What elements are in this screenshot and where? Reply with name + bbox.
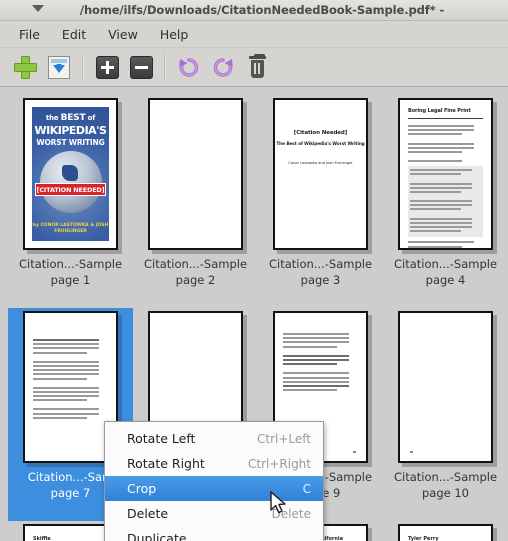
rotate-left-button[interactable] [172, 50, 206, 84]
context-menu-item-rotate-left[interactable]: Rotate Left Ctrl+Left [105, 426, 323, 451]
partial-page-title: Tyler Perry [408, 536, 439, 541]
toolbar-separator-2 [164, 54, 166, 80]
page-caption-line2: page 2 [175, 272, 216, 287]
page-thumbnail[interactable]: Tyler Perry [398, 524, 493, 541]
menu-view[interactable]: View [97, 25, 149, 44]
page3-authors: Conor Lastowka and Josh Fruhlinger [288, 160, 353, 165]
menu-item-shortcut: Delete [271, 506, 311, 521]
menu-item-shortcut: Ctrl+Left [257, 431, 311, 446]
triangle-down-icon[interactable] [32, 5, 44, 12]
context-menu-item-rotate-right[interactable]: Rotate Right Ctrl+Right [105, 451, 323, 476]
menu-item-label: Crop [127, 481, 157, 496]
context-menu-item-delete[interactable]: Delete Delete [105, 501, 323, 526]
page-caption-line1: Citation...-Sample [393, 470, 498, 484]
page-caption-line2: page 10 [421, 485, 469, 500]
menu-item-label: Delete [127, 506, 169, 521]
title-page-content: [Citation Needed] The Best of Wikipedia'… [275, 130, 366, 165]
menu-help[interactable]: Help [149, 25, 200, 44]
trash-icon [248, 54, 266, 78]
page3-title: [Citation Needed] [293, 130, 348, 136]
page-thumbnail[interactable]: the BEST of WIKIPEDIA'S WORST WRITING [C… [23, 98, 118, 250]
page-thumbnail[interactable] [398, 311, 493, 463]
page-caption: Citation...-Sample page 2 [137, 257, 255, 288]
page-cell[interactable]: the BEST of WIKIPEDIA'S WORST WRITING [C… [8, 95, 133, 308]
rotate-right-button[interactable] [206, 50, 240, 84]
legal-page-content: Boring Legal Fine Print [408, 108, 483, 248]
application-window: /home/ilfs/Downloads/CitationNeededBook-… [0, 0, 508, 541]
page-thumbnail-area[interactable]: the BEST of WIKIPEDIA'S WORST WRITING [C… [0, 87, 508, 541]
page-caption-line2: page 3 [300, 272, 341, 287]
page-caption: Citation...-Sample page 1 [12, 257, 130, 288]
cover-line1-big: BEST [60, 113, 86, 123]
menu-item-label: Duplicate [127, 531, 187, 541]
plus-icon [13, 55, 37, 79]
menu-item-label: Rotate Left [127, 431, 196, 446]
page-cell[interactable]: Citation...-Sample page 2 [133, 95, 258, 308]
page-caption-line1: Citation...-Sample [18, 257, 123, 271]
page-cell[interactable]: Boring Legal Fine Print Citation...-Samp… [383, 95, 508, 308]
page-caption: Citation...-Sample page 3 [262, 257, 380, 288]
context-menu-item-crop[interactable]: Crop C [105, 476, 323, 501]
page-caption: Citation...-Sample page 4 [387, 257, 505, 288]
window-title: /home/ilfs/Downloads/CitationNeededBook-… [79, 3, 445, 17]
page-thumbnail[interactable]: [Citation Needed] The Best of Wikipedia'… [273, 98, 368, 250]
title-bar: /home/ilfs/Downloads/CitationNeededBook-… [0, 0, 508, 21]
cover-line3: WORST WRITING [36, 138, 105, 147]
zoom-in-icon [95, 55, 119, 79]
text-page-content [33, 339, 108, 453]
partial-page-title: Skiffle [33, 536, 51, 541]
rotate-left-icon [179, 58, 199, 77]
page-thumbnail[interactable]: Boring Legal Fine Print [398, 98, 493, 250]
page-caption-line2: page 1 [50, 272, 91, 287]
delete-button[interactable] [240, 50, 274, 84]
menu-item-shortcut: C [302, 481, 311, 496]
page-caption-line1: Citation...-Sample [393, 257, 498, 271]
page-caption-line1: Citation...-Sample [268, 257, 373, 271]
cover-band-text: [CITATION NEEDED] [36, 185, 105, 194]
add-pages-button[interactable] [8, 50, 42, 84]
menu-file[interactable]: File [8, 25, 51, 44]
context-menu[interactable]: Rotate Left Ctrl+Left Rotate Right Ctrl+… [104, 421, 324, 541]
menu-bar: File Edit View Help [0, 21, 508, 48]
cover-line1-of: of [87, 114, 96, 122]
menu-item-label: Rotate Right [127, 456, 205, 471]
cover-line2: WIKIPEDIA'S [34, 124, 107, 137]
page-caption-line2: page 4 [425, 272, 466, 287]
zoom-out-icon [129, 55, 153, 79]
page-thumbnail[interactable] [148, 98, 243, 250]
zoom-out-button[interactable] [124, 50, 158, 84]
menu-edit[interactable]: Edit [51, 25, 97, 44]
page-cell[interactable]: [Citation Needed] The Best of Wikipedia'… [258, 95, 383, 308]
cover-line1-small: the [45, 114, 59, 122]
toolbar-separator-1 [82, 54, 84, 80]
page-cell[interactable]: Tyler Perry [383, 521, 508, 541]
import-down-arrow-icon [48, 55, 70, 79]
toolbar [0, 48, 508, 87]
zoom-in-button[interactable] [90, 50, 124, 84]
page-cell[interactable]: Citation...-Sample page 10 [383, 308, 508, 521]
page4-heading: Boring Legal Fine Print [408, 108, 471, 114]
menu-item-shortcut: Ctrl+Right [247, 456, 311, 471]
import-button[interactable] [42, 50, 76, 84]
cover-authors: by CONOR LASTOWKA & JOSH FRUHLINGER [32, 222, 109, 235]
page-caption: Citation...-Sample page 10 [387, 470, 505, 501]
book-cover-art: the BEST of WIKIPEDIA'S WORST WRITING [C… [32, 107, 109, 241]
rotate-right-icon [213, 58, 233, 77]
page3-subtitle: The Best of Wikipedia's Worst Writing [276, 142, 365, 147]
context-menu-item-duplicate[interactable]: Duplicate [105, 526, 323, 541]
globe-icon [39, 151, 102, 213]
page-caption-line1: Citation...-Sample [143, 257, 248, 271]
